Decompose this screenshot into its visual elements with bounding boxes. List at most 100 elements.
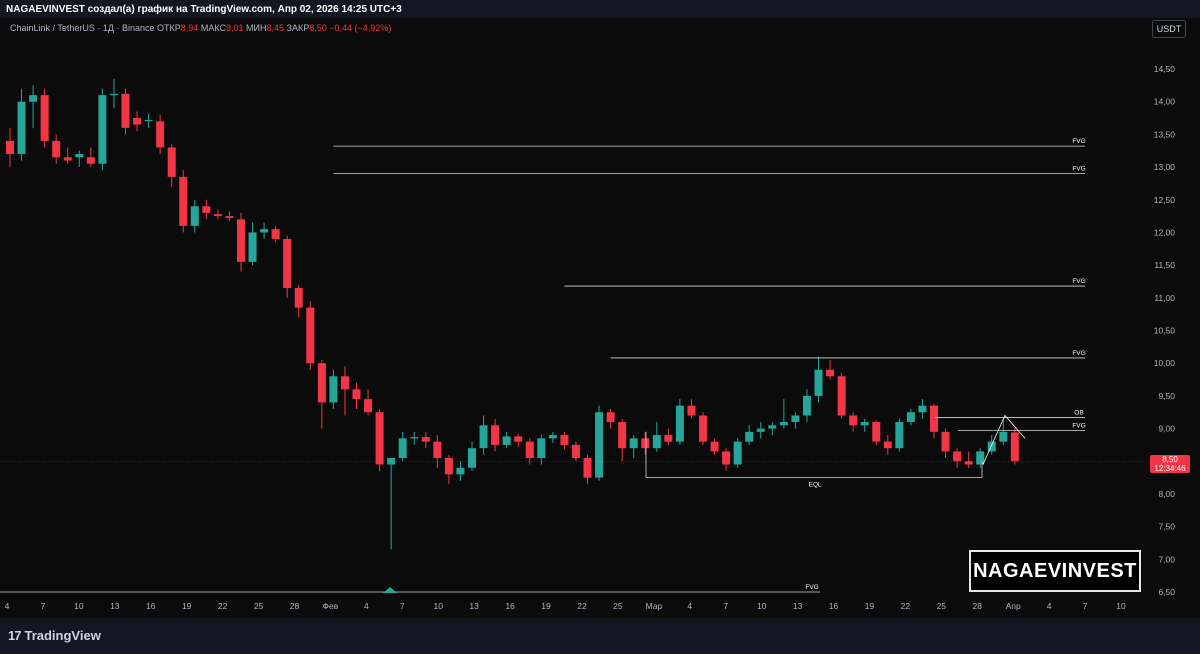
candle-up [144, 119, 153, 121]
open-value: 8,94 [180, 23, 199, 33]
level-label: FVG [805, 584, 818, 591]
high-label: МАКС [200, 23, 226, 33]
level-label: FVG [1072, 278, 1085, 285]
level-label: FVG [1072, 138, 1085, 145]
candle-down [6, 140, 14, 154]
candle-up [629, 438, 638, 449]
candle-down [179, 176, 188, 226]
tradingview-icon: 17 [8, 628, 22, 643]
y-tick-label: 13,00 [1154, 162, 1176, 172]
x-tick-label: 16 [146, 601, 156, 611]
candle-down [826, 369, 835, 377]
x-tick-label: 10 [433, 601, 443, 611]
y-tick-label: 14,00 [1154, 97, 1176, 107]
candle-up [918, 405, 927, 413]
close-value: 8,50 [309, 23, 327, 33]
candle-down [606, 412, 615, 423]
candle-down [237, 219, 245, 262]
candle-down [687, 405, 696, 416]
candle-down [340, 376, 349, 390]
x-tick-label: 4 [364, 601, 369, 611]
open-label: ОТКР [157, 23, 181, 33]
x-tick-label: Апр [1006, 601, 1021, 611]
candle-down [213, 214, 222, 217]
tradingview-brand: TradingView [24, 628, 101, 643]
x-tick-label: 4 [1047, 601, 1052, 611]
x-tick-label: 13 [469, 601, 479, 611]
candle-down [294, 288, 303, 308]
candle-up [190, 206, 199, 226]
candle-down [40, 95, 49, 141]
tradingview-logo[interactable]: 17 TradingView [8, 628, 101, 643]
candle-up [768, 425, 777, 429]
y-tick-label: 13,50 [1154, 129, 1176, 139]
candle-down [941, 431, 950, 452]
currency-button[interactable]: USDT [1152, 20, 1186, 38]
symbol-legend[interactable]: ChainLink / TetherUS · 1Д · Binance ОТКР… [10, 23, 391, 33]
x-tick-label: 4 [687, 601, 692, 611]
candle-down [433, 441, 442, 458]
last-price-tag: 8,50 12:34:46 [1150, 455, 1190, 473]
level-label: EQL [808, 482, 821, 489]
candle-up [248, 232, 257, 262]
candle-down [849, 415, 858, 426]
candle-down [202, 206, 211, 213]
x-tick-label: 22 [218, 601, 228, 611]
symbol-name[interactable]: ChainLink / TetherUS · 1Д · Binance [10, 23, 155, 33]
y-tick-label: 12,50 [1154, 195, 1176, 205]
candle-up [860, 422, 869, 426]
y-tick-label: 9,50 [1158, 391, 1175, 401]
watermark-logo: NAGAEVINVEST [969, 550, 1141, 592]
candle-up [387, 457, 396, 465]
candle-down [121, 93, 130, 128]
candle-up [999, 431, 1008, 442]
x-tick-label: Фев [323, 601, 339, 611]
y-tick-label: 10,50 [1154, 326, 1176, 336]
price-chart[interactable]: 14,50 14,00 13,50 13,00 12,50 12,00 11,50 11,00… [0, 18, 1200, 618]
candle-up [468, 448, 476, 468]
level-label: FVG [1072, 423, 1085, 430]
candle-up [733, 441, 742, 465]
candle-down [52, 140, 61, 158]
x-tick-label: 25 [613, 601, 623, 611]
candle-down [953, 451, 962, 462]
y-tick-label: 6,50 [1158, 587, 1175, 597]
x-tick-label: 22 [577, 601, 587, 611]
level-label: FVG [1072, 350, 1085, 357]
candle-up [410, 437, 419, 439]
last-price-value: 8,50 [1162, 455, 1178, 464]
change-value: −0,44 (−4,92%) [329, 23, 392, 33]
y-tick-label: 7,50 [1158, 522, 1175, 532]
level-label: OB [1074, 409, 1083, 416]
candle-up [260, 229, 269, 233]
candle-down [1010, 432, 1019, 462]
low-label: МИН [246, 23, 267, 33]
candle-up [595, 412, 604, 478]
x-tick-label: Мар [646, 601, 663, 611]
candle-down [664, 435, 673, 442]
x-tick-label: 10 [74, 601, 84, 611]
candle-up [675, 405, 684, 442]
candle-down [364, 399, 373, 413]
candle-down [133, 118, 142, 125]
candle-up [987, 441, 996, 452]
candle-down [583, 457, 592, 478]
candle-down [306, 307, 315, 364]
x-tick-label: 10 [757, 601, 767, 611]
y-tick-label: 12,00 [1154, 227, 1176, 237]
x-tick-label: 16 [829, 601, 839, 611]
candle-down [86, 157, 95, 164]
x-tick-label: 28 [973, 601, 983, 611]
candle-down [514, 436, 523, 442]
candle-down [352, 389, 361, 400]
y-tick-label: 14,50 [1154, 64, 1176, 74]
candle-up [537, 438, 546, 458]
candle-up [791, 415, 800, 423]
event-marker-icon [383, 587, 397, 593]
candle-down [491, 425, 500, 445]
candle-down [375, 412, 384, 465]
x-tick-label: 25 [254, 601, 264, 611]
footer-bar: 17 TradingView [0, 618, 1200, 654]
x-tick-label: 7 [41, 601, 46, 611]
y-tick-label: 7,00 [1158, 554, 1175, 564]
